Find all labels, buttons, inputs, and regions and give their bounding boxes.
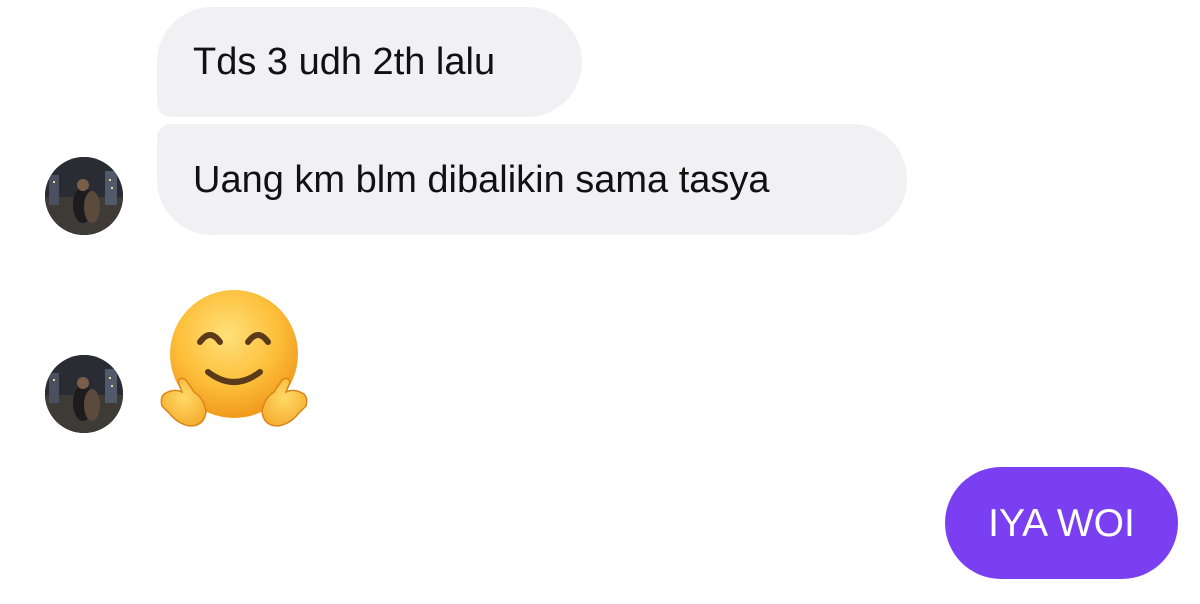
hugging-face-icon bbox=[160, 290, 308, 427]
hugging-face-emoji[interactable] bbox=[160, 288, 308, 428]
message-text: IYA WOI bbox=[988, 501, 1135, 545]
contact-avatar[interactable] bbox=[45, 157, 123, 235]
avatar-photo bbox=[45, 157, 123, 235]
message-text: Uang km blm dibalikin sama tasya bbox=[193, 158, 770, 201]
message-text: Tds 3 udh 2th lalu bbox=[193, 41, 496, 83]
incoming-message-bubble[interactable]: Tds 3 udh 2th lalu bbox=[157, 7, 582, 117]
avatar-photo bbox=[45, 355, 123, 433]
outgoing-message-bubble[interactable]: IYA WOI bbox=[945, 467, 1178, 579]
incoming-message-bubble[interactable]: Uang km blm dibalikin sama tasya bbox=[157, 124, 907, 235]
contact-avatar[interactable] bbox=[45, 355, 123, 433]
